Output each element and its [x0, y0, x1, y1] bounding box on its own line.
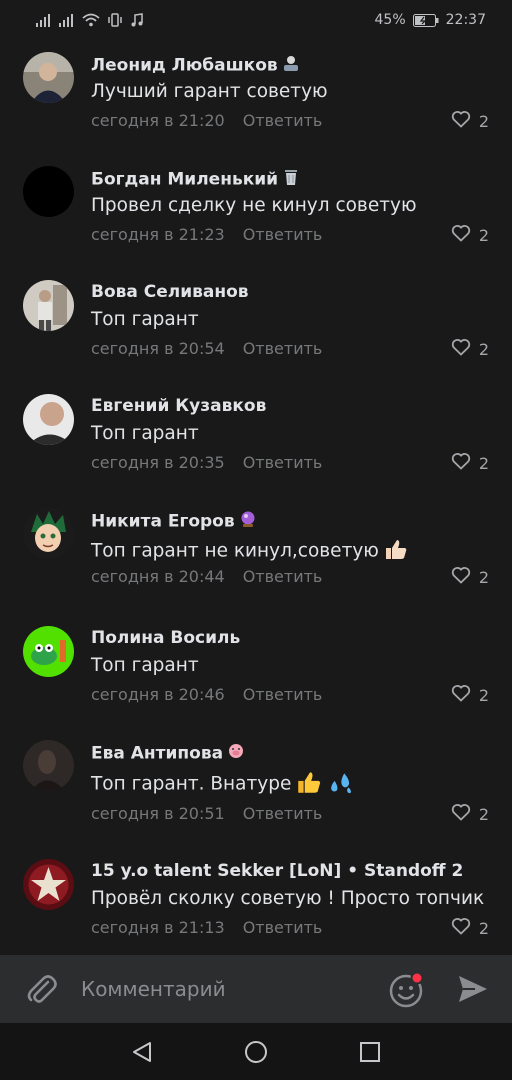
like-button[interactable]: 2: [451, 452, 489, 474]
heart-icon: [451, 566, 471, 588]
reply-button[interactable]: Ответить: [243, 225, 323, 244]
comment-author[interactable]: Ева Антипова: [91, 742, 245, 765]
music-icon: [130, 13, 144, 27]
like-button[interactable]: 2: [451, 338, 489, 360]
heart-icon: [451, 684, 471, 706]
reply-button[interactable]: Ответить: [243, 453, 323, 472]
thumbs-up-emoji: [383, 537, 409, 566]
recents-icon[interactable]: [358, 1040, 382, 1068]
avatar[interactable]: [23, 740, 74, 791]
like-button[interactable]: 2: [451, 917, 489, 939]
emoji-icon[interactable]: [388, 971, 424, 1012]
like-count: 2: [478, 225, 489, 245]
signal-icon: [36, 13, 52, 27]
system-nav-bar: [0, 1023, 512, 1080]
comment-author[interactable]: Богдан Миленький: [91, 168, 300, 191]
avatar[interactable]: [23, 626, 74, 677]
like-button[interactable]: 2: [451, 684, 489, 706]
heart-icon: [451, 110, 471, 132]
reply-button[interactable]: Ответить: [243, 804, 323, 823]
comment-author[interactable]: Евгений Кузавков: [91, 396, 266, 416]
avatar[interactable]: [23, 166, 74, 217]
pig-emoji: [227, 742, 245, 765]
heart-icon: [451, 338, 471, 360]
comment-time: сегодня в 20:54: [91, 339, 225, 358]
like-button[interactable]: 2: [451, 224, 489, 246]
comment-time: сегодня в 20:35: [91, 453, 225, 472]
like-count: 2: [478, 567, 489, 587]
heart-icon: [451, 803, 471, 825]
avatar[interactable]: [23, 394, 74, 445]
home-icon[interactable]: [244, 1040, 268, 1068]
comment-author[interactable]: Никита Егоров: [91, 510, 257, 533]
status-bar: 45% 22:37: [0, 0, 512, 40]
signal-icon: [59, 13, 75, 27]
comment-author[interactable]: Вова Селиванов: [91, 282, 249, 302]
like-count: 2: [478, 804, 489, 824]
crystal-ball-emoji: [239, 510, 257, 533]
comment-text: Топ гарант: [91, 309, 199, 330]
comment-author[interactable]: Полина Восиль: [91, 628, 240, 648]
avatar[interactable]: [23, 52, 74, 103]
comment-text: Провел сделку не кинул советую: [91, 195, 417, 216]
reply-button[interactable]: Ответить: [243, 918, 323, 937]
send-icon[interactable]: [457, 974, 489, 1008]
like-count: 2: [478, 111, 489, 131]
thumbs-up-emoji: [295, 769, 323, 800]
technologist-emoji: [282, 54, 300, 77]
like-button[interactable]: 2: [451, 803, 489, 825]
comment-author[interactable]: Леонид Любашков: [91, 54, 300, 77]
comment-input[interactable]: Комментарий: [81, 977, 226, 1001]
like-count: 2: [478, 339, 489, 359]
avatar[interactable]: [23, 280, 74, 331]
like-button[interactable]: 2: [451, 566, 489, 588]
avatar[interactable]: [23, 508, 74, 559]
comment-time: сегодня в 20:44: [91, 567, 225, 586]
heart-icon: [451, 224, 471, 246]
reply-button[interactable]: Ответить: [243, 567, 323, 586]
avatar[interactable]: [23, 859, 74, 910]
comment-time: сегодня в 21:20: [91, 111, 225, 130]
heart-icon: [451, 452, 471, 474]
comment-text: Топ гарант не кинул,советую: [91, 537, 409, 566]
comment-time: сегодня в 21:13: [91, 918, 225, 937]
comment-time: сегодня в 21:23: [91, 225, 225, 244]
comment-text: Топ гарант: [91, 423, 199, 444]
comment-text: Провёл сколку советую ! Просто топчик: [91, 888, 485, 909]
attach-icon[interactable]: [24, 972, 58, 1010]
reply-button[interactable]: Ответить: [243, 339, 323, 358]
sweat-droplets-emoji: [327, 769, 355, 800]
back-icon[interactable]: [130, 1040, 154, 1068]
reply-button[interactable]: Ответить: [243, 111, 323, 130]
comment-author[interactable]: 15 y.o talent Sekker [LoN] • Standoff 2: [91, 861, 463, 881]
comment-composer: Комментарий: [0, 955, 512, 1023]
comment-text: Топ гарант: [91, 655, 199, 676]
like-button[interactable]: 2: [451, 110, 489, 132]
heart-icon: [451, 917, 471, 939]
like-count: 2: [478, 918, 489, 938]
reply-button[interactable]: Ответить: [243, 685, 323, 704]
comment-text: Лучший гарант советую: [91, 81, 328, 102]
comment-text: Топ гарант. Внатуре: [91, 769, 355, 800]
wastebasket-emoji: [282, 168, 300, 191]
like-count: 2: [478, 453, 489, 473]
comment-time: сегодня в 20:46: [91, 685, 225, 704]
wifi-icon: [82, 13, 100, 27]
battery-percent: 45%: [374, 12, 406, 28]
clock: 22:37: [445, 12, 486, 28]
battery-icon: [412, 13, 439, 27]
comments-list[interactable]: Леонид Любашков Лучший гарант советую се…: [0, 40, 512, 954]
like-count: 2: [478, 685, 489, 705]
comment-time: сегодня в 20:51: [91, 804, 225, 823]
vibrate-icon: [107, 13, 123, 27]
